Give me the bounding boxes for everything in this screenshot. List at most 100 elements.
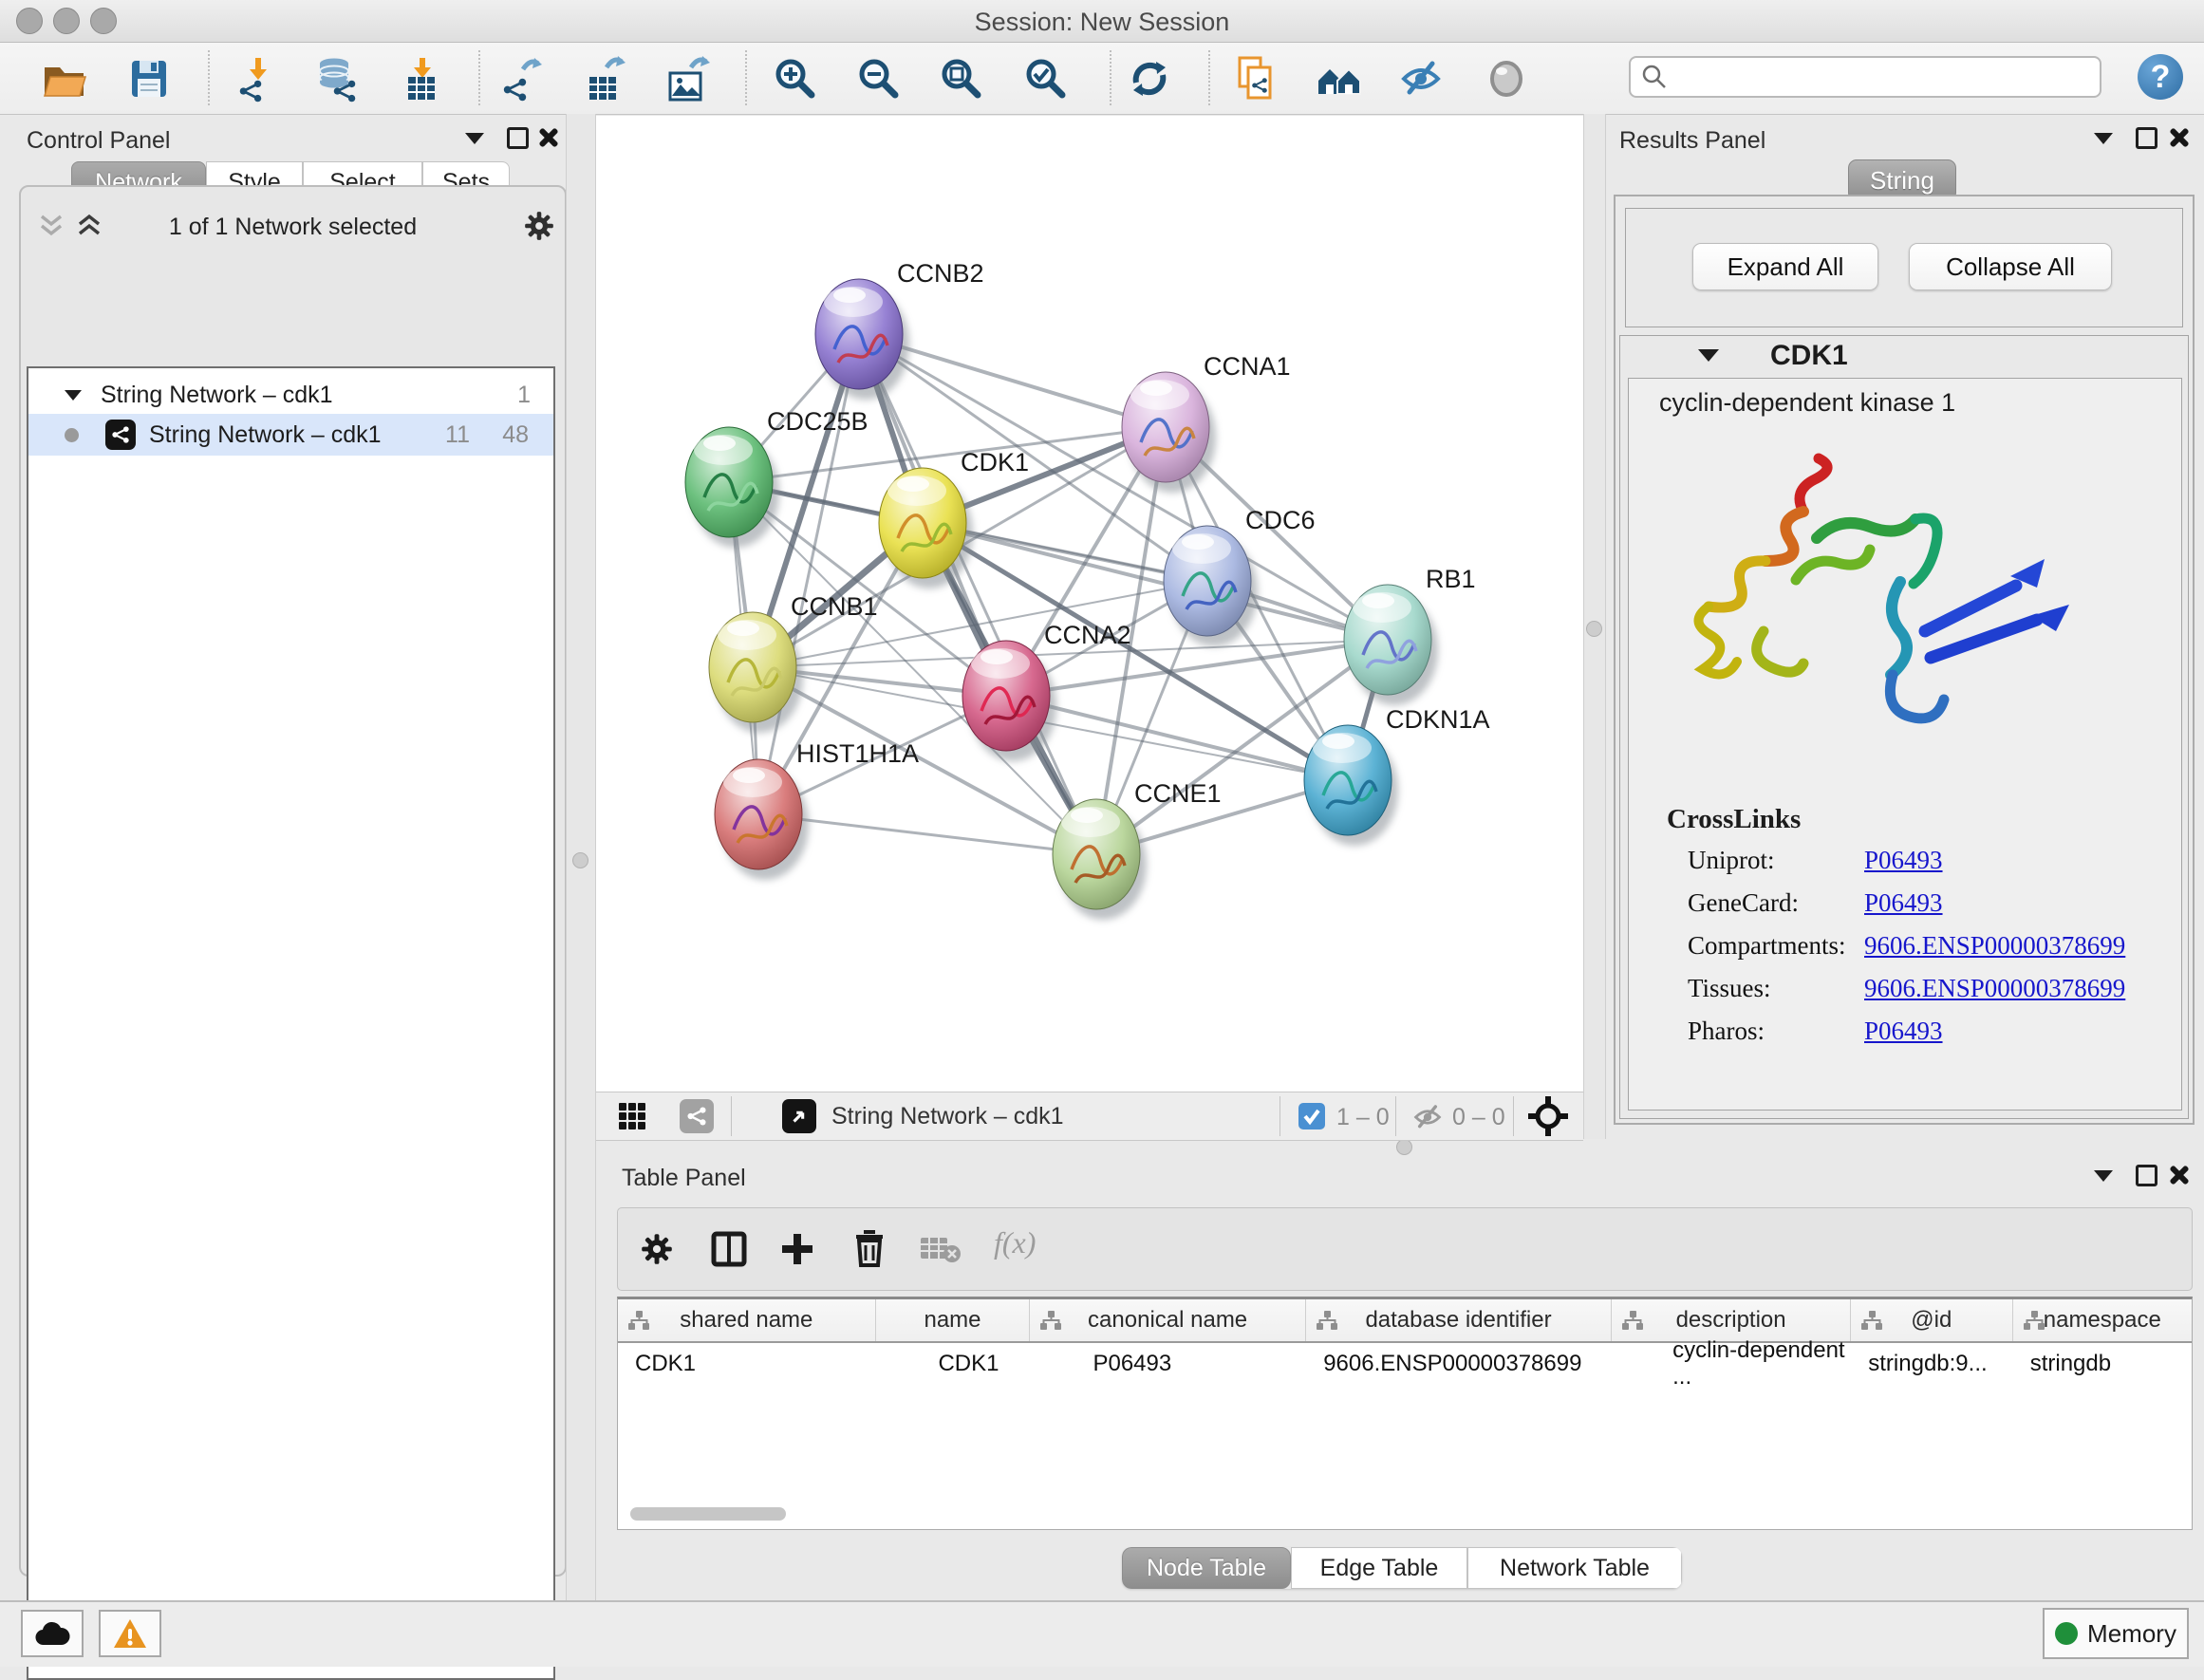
float-panel-icon[interactable] [2136,127,2157,149]
collapse-panel-icon[interactable] [465,133,484,144]
crosslink-link[interactable]: P06493 [1864,888,1943,931]
grid-view-icon[interactable] [617,1101,647,1131]
tab-network-table[interactable]: Network Table [1467,1547,1682,1589]
node-label: CDK1 [961,448,1029,476]
horizontal-scrollbar[interactable] [630,1507,786,1521]
refresh-button[interactable] [1125,54,1174,103]
export-network-button[interactable] [496,54,546,103]
network-node[interactable]: CCNA2 [962,621,1131,761]
network-node[interactable]: CCNA1 [1122,352,1291,493]
help-button[interactable]: ? [2138,54,2183,100]
save-session-button[interactable] [124,54,174,103]
center-view-icon[interactable] [1528,1096,1568,1136]
network-collection-row[interactable]: String Network – cdk1 1 [28,376,553,414]
node-label: CDC25B [767,407,869,436]
export-table-button[interactable] [580,54,629,103]
table-options-gear-icon[interactable] [641,1233,673,1265]
network-edge[interactable] [859,334,1096,854]
collapse-panel-icon[interactable] [2094,1170,2113,1182]
table-cell[interactable]: stringdb [2013,1343,2192,1385]
warnings-button[interactable] [99,1610,161,1657]
import-database-button[interactable] [311,54,361,103]
zoom-in-button[interactable] [771,54,820,103]
network-node[interactable]: CDC6 [1164,506,1316,646]
network-canvas[interactable]: CCNB2CCNA1CDC25BCDK1CDC6RB1CCNB1CCNA2CDK… [596,116,1583,1092]
crosslink-link[interactable]: P06493 [1864,846,1943,888]
import-table-button[interactable] [397,54,446,103]
network-node[interactable]: CDKN1A [1304,705,1490,846]
table-cell[interactable]: 9606.ENSP00000378699 [1306,1343,1612,1385]
network-node[interactable]: CDC25B [685,407,869,548]
zoom-fit-button[interactable] [937,54,986,103]
node-label: CCNA1 [1204,352,1291,381]
memory-button[interactable]: Memory [2043,1608,2189,1659]
horizontal-splitter[interactable] [596,1139,2204,1153]
network-node[interactable]: HIST1H1A [715,739,919,880]
column-header[interactable]: shared name [618,1299,876,1341]
column-header[interactable]: namespace [2013,1299,2192,1341]
table-panel-title: Table Panel [622,1165,746,1192]
gene-detail-box: cyclin-dependent kinase 1 [1628,378,2182,1111]
show-columns-icon[interactable] [711,1231,747,1267]
splitter-handle[interactable] [1586,621,1602,637]
column-header[interactable]: canonical name [1030,1299,1306,1341]
clone-network-button[interactable] [1230,54,1279,103]
gene-expander-icon[interactable] [1698,349,1719,362]
tree-expander-icon[interactable] [65,390,82,401]
left-splitter[interactable] [566,114,596,1600]
selected-nodes-checkbox[interactable] [1298,1103,1325,1129]
float-panel-icon[interactable] [507,127,529,149]
create-column-icon[interactable] [779,1231,815,1267]
cloud-status-button[interactable] [21,1610,84,1657]
expand-all-button[interactable]: Expand All [1692,243,1878,290]
open-session-button[interactable] [40,54,89,103]
birds-eye-view-icon[interactable] [782,1099,816,1133]
zoom-out-button[interactable] [854,54,904,103]
float-panel-icon[interactable] [2136,1165,2157,1186]
search-input[interactable] [1629,56,2101,98]
splitter-handle[interactable] [572,852,588,868]
table-cell[interactable]: CDK1 [618,1343,875,1385]
tab-node-table[interactable]: Node Table [1122,1547,1291,1589]
export-image-button[interactable] [663,54,712,103]
tab-edge-table[interactable]: Edge Table [1291,1547,1467,1589]
import-network-button[interactable] [233,54,282,103]
collapse-panel-icon[interactable] [2094,133,2113,144]
node-label: CDKN1A [1386,705,1490,734]
string-network-graph[interactable]: CCNB2CCNA1CDC25BCDK1CDC6RB1CCNB1CCNA2CDK… [596,116,1583,1092]
column-header[interactable]: @id [1851,1299,2013,1341]
crosslink-link[interactable]: P06493 [1864,1017,1943,1059]
table-cell[interactable]: CDK1 [875,1343,1030,1385]
table-cell[interactable]: P06493 [1030,1343,1306,1385]
close-panel-icon[interactable] [2168,127,2189,148]
hide-selected-button[interactable] [1396,54,1446,103]
crosslink-link[interactable]: 9606.ENSP00000378699 [1864,974,2125,1017]
crosslink-link[interactable]: 9606.ENSP00000378699 [1864,931,2125,974]
right-splitter[interactable] [1583,114,1606,1139]
close-panel-icon[interactable] [537,127,558,148]
close-panel-icon[interactable] [2168,1165,2189,1185]
show-all-button[interactable] [1482,54,1531,103]
node-label: CCNA2 [1044,621,1131,649]
network-edge[interactable] [758,814,1096,854]
column-header[interactable]: name [876,1299,1031,1341]
table-cell[interactable]: cyclin-dependent ... [1612,1343,1851,1385]
network-node[interactable]: CCNB2 [815,259,984,400]
network-view-icon[interactable] [680,1099,714,1133]
collapse-all-button[interactable]: Collapse All [1909,243,2112,290]
delete-column-icon[interactable] [851,1229,887,1267]
table-cell[interactable]: stringdb:9... [1851,1343,2012,1385]
network-node[interactable]: RB1 [1344,565,1476,705]
network-row-selected[interactable]: String Network – cdk1 11 48 [28,414,553,456]
table-row[interactable]: CDK1 CDK1 P06493 9606.ENSP00000378699 cy… [618,1343,2192,1385]
column-header[interactable]: database identifier [1306,1299,1612,1341]
column-header[interactable]: description [1612,1299,1851,1341]
search-field[interactable] [1669,63,2081,91]
crosslink-label: Uniprot: [1688,846,1864,888]
edge-count: 48 [502,421,529,449]
first-neighbors-button[interactable] [1315,54,1364,103]
network-node[interactable]: CCNE1 [1053,779,1222,920]
memory-status-dot [2055,1622,2078,1645]
network-options-gear-icon[interactable] [524,211,554,241]
zoom-selected-button[interactable] [1021,54,1071,103]
